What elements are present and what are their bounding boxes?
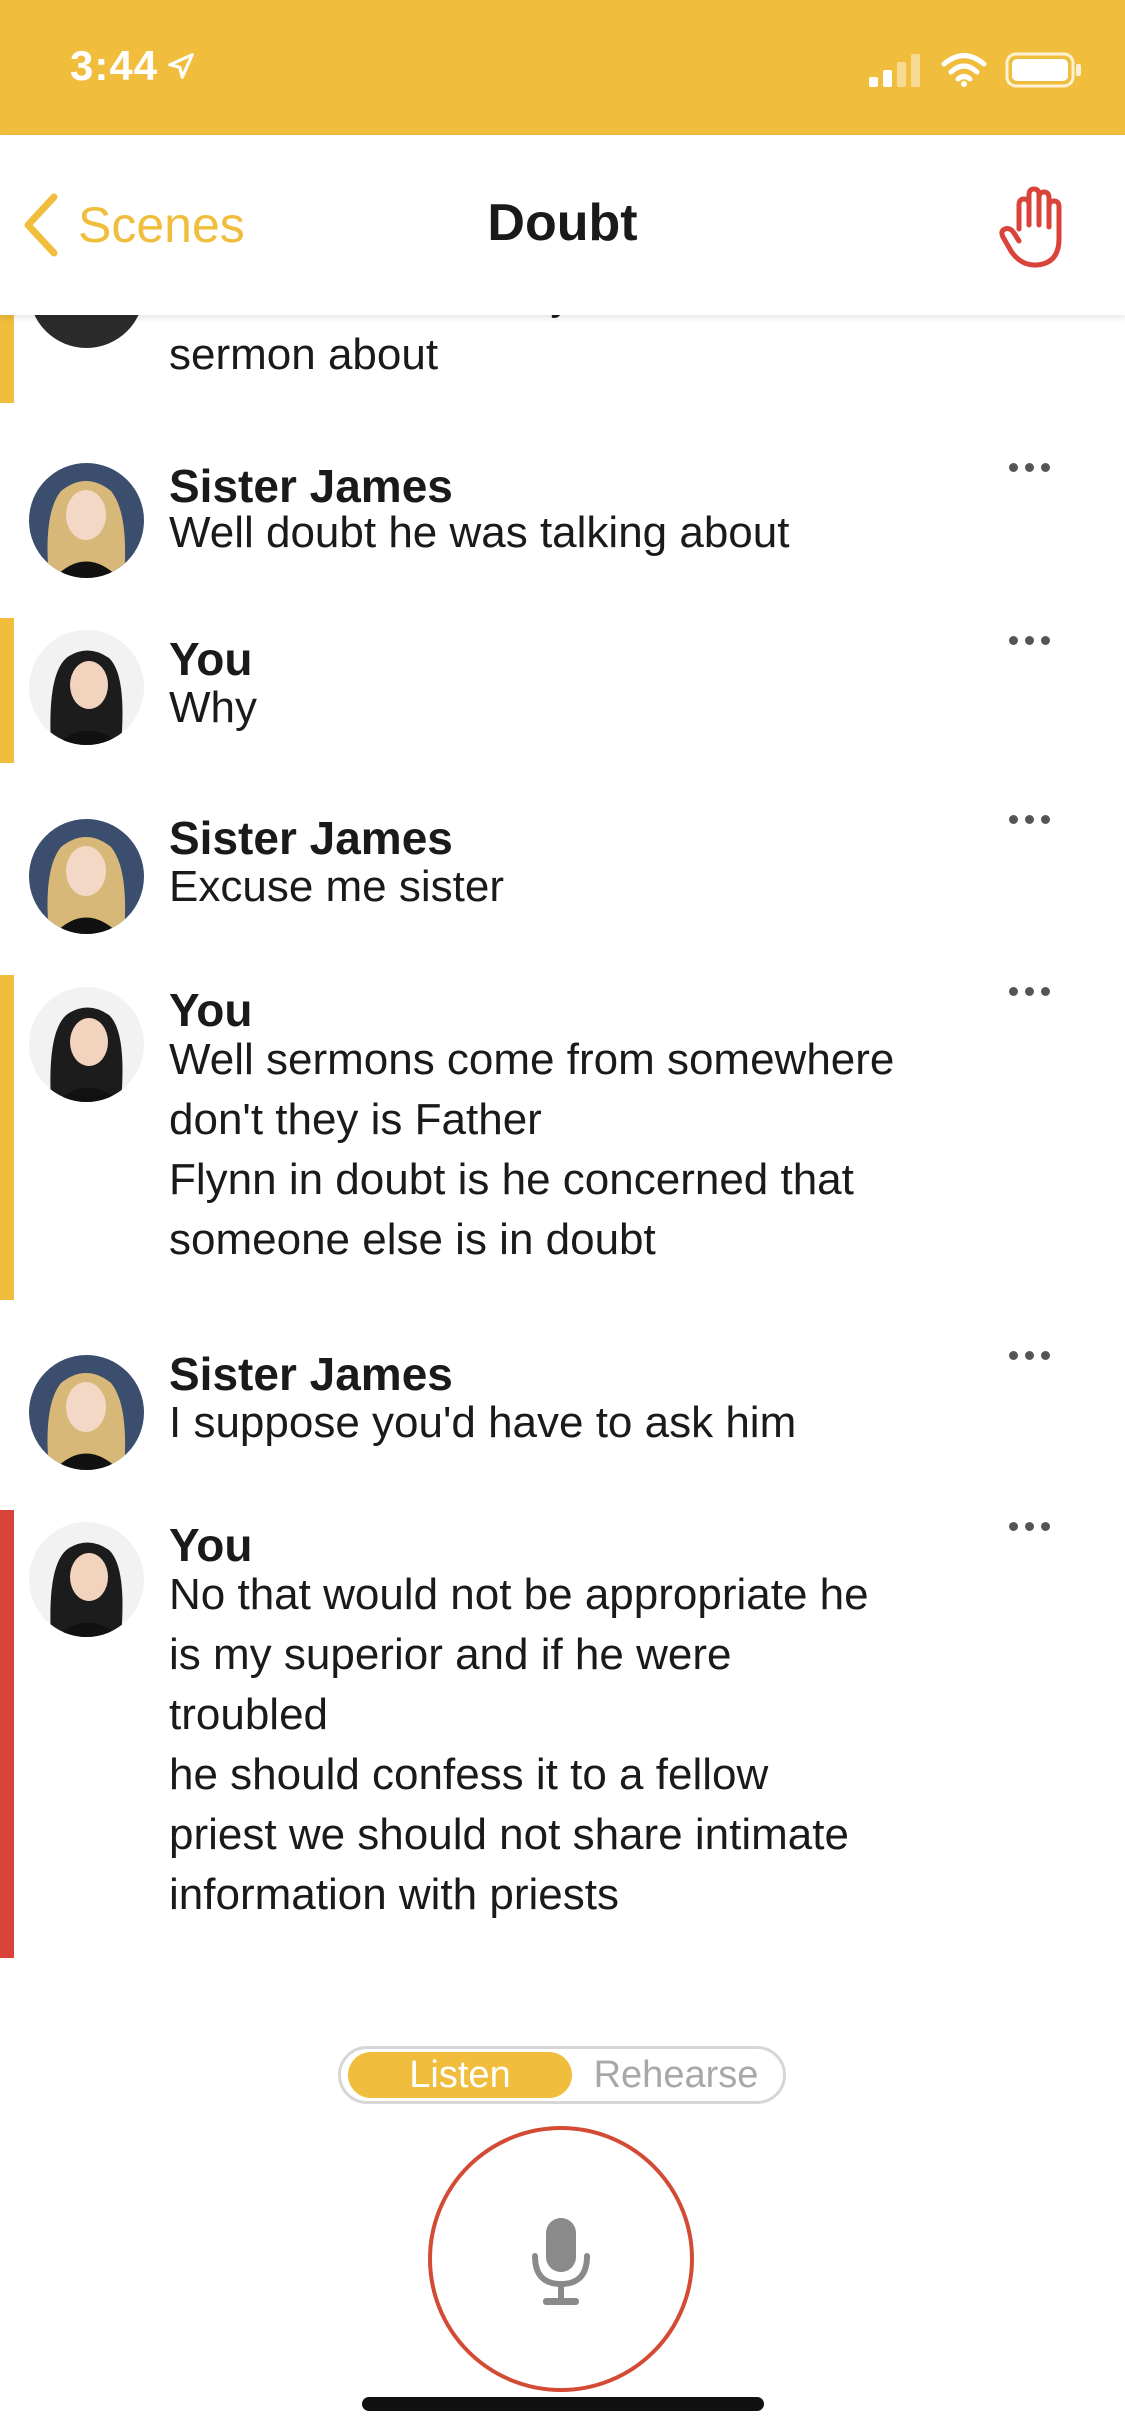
conversation-list[interactable]: What was Father Flynn's sermon about Sis… [0,233,1125,2015]
message-item: Sister James Well doubt he was talking a… [0,443,1125,578]
nav-bar: Scenes Doubt [0,135,1125,315]
speaker-name: You [169,984,253,1036]
message-accent-bar [0,975,14,1300]
more-options-button[interactable] [1009,979,1057,1003]
rehearse-toggle[interactable]: Rehearse [575,2052,777,2098]
time-label: 3:44 [70,42,159,89]
home-indicator [362,2397,764,2411]
message-text: Excuse me sister [169,862,504,911]
message-item: Sister James Excuse me sister [0,799,1125,934]
message-item: Sister James I suppose you'd have to ask… [0,1335,1125,1470]
avatar [29,987,144,1102]
message-item: You Well sermons come from somewhere don… [0,975,1125,1300]
location-arrow-icon [168,53,194,79]
avatar [29,463,144,578]
more-options-button[interactable] [1009,628,1057,652]
battery-icon [1005,52,1081,88]
microphone-button[interactable] [428,2126,694,2392]
avatar [29,1522,144,1637]
message-accent-bar [0,1510,14,1958]
status-bar: 3:44 [0,0,1125,135]
avatar [29,819,144,934]
message-text: No that would not be appropriate he is m… [169,1570,869,1919]
avatar [29,630,144,745]
listen-toggle[interactable]: Listen [348,2052,572,2098]
message-item: You Why [0,618,1125,763]
microphone-icon [532,2218,590,2305]
more-options-button[interactable] [1009,807,1057,831]
status-icons [867,52,1083,88]
status-time: 3:44 [70,42,196,90]
message-text: I suppose you'd have to ask him [169,1398,797,1447]
more-options-button[interactable] [1009,1343,1057,1367]
page-title: Doubt [487,194,638,252]
message-text: Well sermons come from somewhere don't t… [169,1035,895,1264]
speaker-name: You [169,1519,253,1571]
signal-icon [869,54,920,87]
message-text: Well doubt he was talking about [169,508,790,557]
more-options-button[interactable] [1009,455,1057,479]
more-options-button[interactable] [1009,1514,1057,1538]
raise-hand-button[interactable] [997,185,1077,274]
message-text: Why [169,683,257,732]
message-item: You No that would not be appropriate he … [0,1510,1125,1958]
message-accent-bar [0,618,14,763]
raised-hand-icon [999,186,1062,268]
wifi-icon [941,53,987,87]
mode-toggle: Listen Rehearse [338,2046,786,2104]
avatar [29,1355,144,1470]
